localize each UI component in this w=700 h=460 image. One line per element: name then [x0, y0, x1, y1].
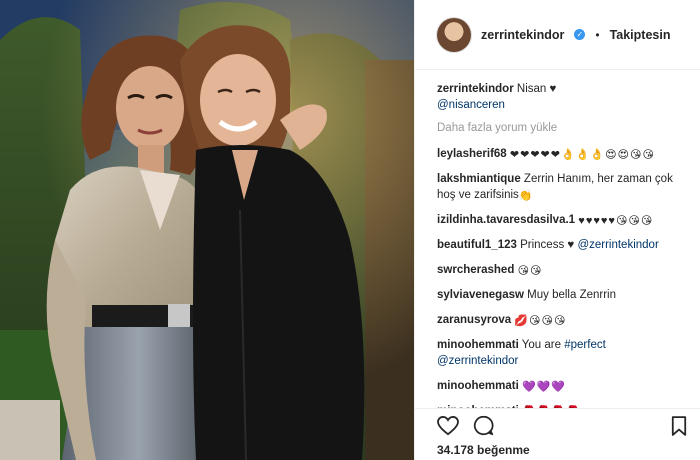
comment-username[interactable]: beautiful1_123: [437, 239, 517, 251]
post-header: zerrintekindor ✓ • Takiptesin: [415, 0, 700, 70]
bookmark-icon[interactable]: [671, 415, 687, 441]
heart-icon[interactable]: [437, 415, 459, 441]
comment-hashtag[interactable]: #perfect: [564, 339, 606, 351]
comment: minoohemmati 💜💜💜: [437, 378, 689, 394]
avatar[interactable]: [437, 17, 471, 52]
comment-username[interactable]: swrcherashed: [437, 264, 514, 276]
comment-text: Muy bella Zenrrin: [527, 289, 616, 301]
comment-text: You are: [521, 339, 562, 351]
caption-username[interactable]: zerrintekindor: [437, 83, 514, 95]
comment-icon[interactable]: [473, 415, 494, 441]
comment-emoji: 💜💜💜: [522, 381, 567, 393]
comment: lakshmiantique Zerrin Hanım, her zaman ç…: [437, 171, 689, 203]
like-count[interactable]: 34.178 beğenme: [437, 443, 687, 457]
post-photo[interactable]: [0, 0, 414, 460]
comments-list[interactable]: zerrintekindor Nisan ♥ @nisanceren Daha …: [415, 71, 700, 408]
comment-emoji: 💋😘😘😘: [514, 315, 567, 327]
header-username[interactable]: zerrintekindor: [481, 28, 564, 42]
comment-username[interactable]: izildinha.tavaresdasilva.1: [437, 214, 575, 226]
comment-mention[interactable]: @zerrintekindor: [437, 355, 518, 367]
comment: beautiful1_123 Princess ♥ @zerrintekindo…: [437, 237, 689, 253]
header-separator: •: [595, 27, 600, 42]
action-icons: [437, 415, 687, 441]
comment-username[interactable]: sylviavenegasw: [437, 289, 524, 301]
verified-badge-icon: ✓: [574, 29, 586, 40]
photo-illustration: [0, 0, 414, 460]
comment-emoji: 👏: [518, 190, 534, 202]
comment-emoji: 😘😘: [517, 265, 543, 277]
comment-username[interactable]: minoohemmati: [437, 339, 519, 351]
comment: zaranusyrova 💋😘😘😘: [437, 312, 689, 328]
comment-username[interactable]: minoohemmati: [437, 380, 519, 392]
post-actions: 34.178 beğenme: [415, 408, 700, 460]
comment-mention[interactable]: @zerrintekindor: [577, 239, 658, 251]
comment-text: Princess ♥: [520, 239, 575, 251]
comment-emoji: ❤❤❤❤❤👌👌👌😍😍😘😘: [509, 149, 655, 161]
post-side-panel: zerrintekindor ✓ • Takiptesin zerrinteki…: [414, 0, 700, 460]
caption-mention[interactable]: @nisanceren: [437, 99, 505, 111]
caption: zerrintekindor Nisan ♥ @nisanceren: [437, 81, 689, 113]
comment: swrcherashed 😘😘: [437, 262, 689, 278]
caption-text: Nisan ♥: [516, 83, 557, 95]
follow-status-button[interactable]: Takiptesin: [610, 28, 671, 42]
comment-username[interactable]: leylasherif68: [437, 148, 507, 160]
comment: leylasherif68 ❤❤❤❤❤👌👌👌😍😍😘😘: [437, 146, 689, 162]
comment: sylviavenegasw Muy bella Zenrrin: [437, 287, 689, 303]
comment-username[interactable]: lakshmiantique: [437, 173, 521, 185]
comment-emoji: ♥♥♥♥♥😘😘😘: [578, 215, 654, 227]
load-more-comments-link[interactable]: Daha fazla yorum yükle: [437, 122, 689, 134]
comment: izildinha.tavaresdasilva.1 ♥♥♥♥♥😘😘😘: [437, 212, 689, 228]
comment-username[interactable]: zaranusyrova: [437, 314, 511, 326]
comment: minoohemmati You are #perfect @zerrintek…: [437, 337, 689, 369]
